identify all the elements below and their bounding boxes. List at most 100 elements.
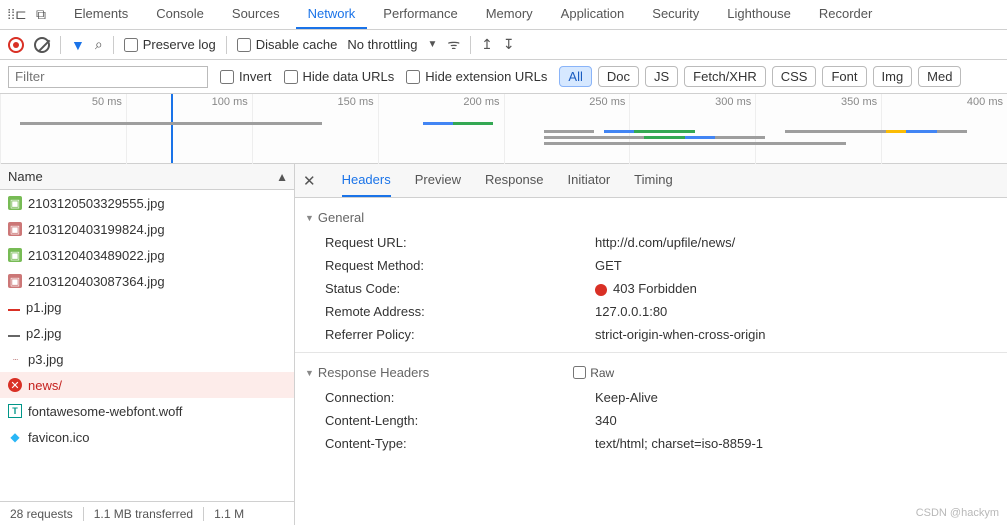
upload-icon[interactable]: ↥ (481, 36, 493, 53)
filter-input[interactable] (8, 66, 208, 88)
file-icon: ··· (8, 352, 22, 366)
status-transferred: 1.1 MB transferred (84, 507, 204, 521)
tab-memory[interactable]: Memory (474, 0, 545, 29)
header-value: http://d.com/upfile/news/ (595, 235, 735, 250)
tab-console[interactable]: Console (144, 0, 216, 29)
header-key: Request URL: (325, 235, 595, 250)
section-response-headers[interactable]: Response Headers Raw (305, 359, 997, 386)
detail-panel: ✕ HeadersPreviewResponseInitiatorTiming … (295, 164, 1007, 525)
request-name: p2.jpg (26, 326, 61, 341)
header-value: strict-origin-when-cross-origin (595, 327, 766, 342)
tab-recorder[interactable]: Recorder (807, 0, 884, 29)
filter-bar: Invert Hide data URLs Hide extension URL… (0, 60, 1007, 94)
detail-tab-initiator[interactable]: Initiator (568, 164, 611, 197)
tab-sources[interactable]: Sources (220, 0, 292, 29)
header-value: text/html; charset=iso-8859-1 (595, 436, 763, 451)
throttling-select[interactable]: No throttling (347, 37, 417, 52)
request-row[interactable]: p2.jpg (0, 320, 294, 346)
file-icon: ✕ (8, 378, 22, 392)
header-key: Status Code: (325, 281, 595, 296)
preserve-log-checkbox[interactable]: Preserve log (124, 37, 216, 52)
detail-tab-response[interactable]: Response (485, 164, 544, 197)
header-value: 340 (595, 413, 617, 428)
file-icon: ▣ (8, 222, 22, 236)
request-row[interactable]: ◆ favicon.ico (0, 424, 294, 450)
request-row[interactable]: ▣2103120403087364.jpg (0, 268, 294, 294)
record-icon[interactable] (8, 37, 24, 53)
column-header-name[interactable]: Name (0, 164, 294, 190)
request-name: 2103120403087364.jpg (28, 274, 165, 289)
chevron-down-icon[interactable]: ▼ (427, 39, 437, 50)
watermark: CSDN @hackym (916, 507, 999, 519)
request-row[interactable]: p1.jpg (0, 294, 294, 320)
file-icon: T (8, 404, 22, 418)
filter-type-fetch-xhr[interactable]: Fetch/XHR (684, 66, 766, 87)
raw-checkbox[interactable] (573, 366, 586, 379)
invert-checkbox[interactable]: Invert (220, 69, 272, 84)
request-name: news/ (28, 378, 62, 393)
file-icon: ◆ (8, 430, 22, 444)
tab-performance[interactable]: Performance (371, 0, 469, 29)
filter-type-css[interactable]: CSS (772, 66, 817, 87)
tab-elements[interactable]: Elements (62, 0, 140, 29)
request-name: 2103120403489022.jpg (28, 248, 165, 263)
tab-lighthouse[interactable]: Lighthouse (715, 0, 803, 29)
filter-type-med[interactable]: Med (918, 66, 961, 87)
file-icon (8, 329, 20, 337)
header-value: GET (595, 258, 622, 273)
section-general[interactable]: General (305, 204, 997, 231)
hide-extension-urls-checkbox[interactable]: Hide extension URLs (406, 69, 547, 84)
request-row[interactable]: ▣ 2103120403489022.jpg (0, 242, 294, 268)
sort-caret-icon[interactable]: ▲ (276, 170, 288, 184)
header-key: Content-Type: (325, 436, 595, 451)
header-key: Connection: (325, 390, 595, 405)
request-name: p1.jpg (26, 300, 61, 315)
hide-data-urls-checkbox[interactable]: Hide data URLs (284, 69, 395, 84)
header-value: Keep-Alive (595, 390, 658, 405)
device-icon[interactable]: ⧉ (30, 6, 52, 23)
close-icon[interactable]: ✕ (303, 172, 316, 190)
detail-tab-timing[interactable]: Timing (634, 164, 673, 197)
main-tab-row: ⁞⁞⊏ ⧉ ElementsConsoleSourcesNetworkPerfo… (0, 0, 1007, 30)
tab-security[interactable]: Security (640, 0, 711, 29)
status-requests: 28 requests (0, 507, 84, 521)
tab-network[interactable]: Network (296, 0, 368, 29)
request-name: 2103120403199824.jpg (28, 222, 165, 237)
filter-type-all[interactable]: All (559, 66, 591, 87)
tab-application[interactable]: Application (549, 0, 637, 29)
header-key: Referrer Policy: (325, 327, 595, 342)
filter-type-doc[interactable]: Doc (598, 66, 639, 87)
network-toolbar: ▼ ⌕ Preserve log Disable cache No thrott… (0, 30, 1007, 60)
detail-tab-preview[interactable]: Preview (415, 164, 461, 197)
disable-cache-checkbox[interactable]: Disable cache (237, 37, 338, 52)
header-key: Remote Address: (325, 304, 595, 319)
header-value: 403 Forbidden (595, 281, 697, 296)
filter-toggle-icon[interactable]: ▼ (71, 37, 85, 53)
search-icon[interactable]: ⌕ (95, 36, 103, 53)
request-name: favicon.ico (28, 430, 89, 445)
filter-type-img[interactable]: Img (873, 66, 913, 87)
network-conditions-icon[interactable]: ᯤ (447, 35, 460, 54)
timeline-overview[interactable]: 50 ms100 ms150 ms200 ms250 ms300 ms350 m… (0, 94, 1007, 164)
request-row[interactable]: Tfontawesome-webfont.woff (0, 398, 294, 424)
file-icon: ▣ (8, 248, 22, 262)
header-key: Request Method: (325, 258, 595, 273)
detail-tab-headers[interactable]: Headers (342, 164, 391, 197)
inspect-icon[interactable]: ⁞⁞⊏ (6, 6, 28, 23)
request-list-panel: Name ▲ ▣ 2103120503329555.jpg ▣ 21031204031… (0, 164, 295, 525)
status-dot-icon (595, 284, 607, 296)
request-name: 2103120503329555.jpg (28, 196, 165, 211)
status-resources: 1.1 M (204, 507, 254, 521)
request-row[interactable]: ✕ news/ (0, 372, 294, 398)
request-row[interactable]: ▣ 2103120503329555.jpg (0, 190, 294, 216)
filter-type-font[interactable]: Font (822, 66, 866, 87)
filter-type-js[interactable]: JS (645, 66, 678, 87)
download-icon[interactable]: ↧ (503, 36, 515, 53)
header-value: 127.0.0.1:80 (595, 304, 667, 319)
file-icon: ▣ (8, 196, 22, 210)
request-name: p3.jpg (28, 352, 63, 367)
request-row[interactable]: ▣ 2103120403199824.jpg (0, 216, 294, 242)
clear-icon[interactable] (34, 37, 50, 53)
request-row[interactable]: ··· p3.jpg (0, 346, 294, 372)
request-name: fontawesome-webfont.woff (28, 404, 182, 419)
